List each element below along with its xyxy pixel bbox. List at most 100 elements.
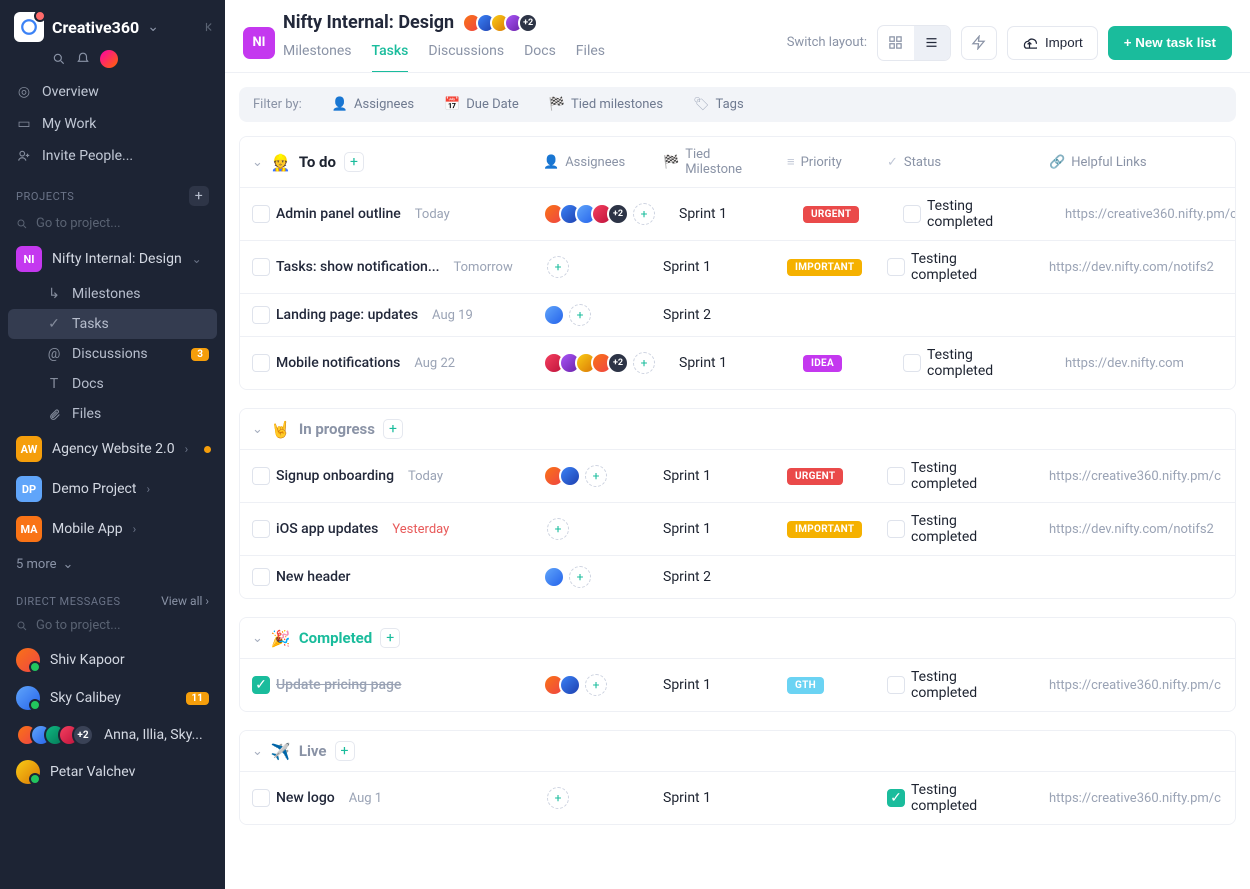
task-checkbox[interactable] — [252, 568, 270, 586]
add-assignee-button[interactable]: + — [547, 787, 569, 809]
tab-discussions[interactable]: Discussions — [428, 37, 504, 73]
person-icon: 👤 — [543, 155, 559, 170]
chevron-down-icon[interactable]: ⌄ — [252, 422, 263, 437]
status-checkbox[interactable] — [903, 354, 921, 372]
status-text: Testing completed — [927, 347, 1041, 379]
nav-invite[interactable]: Invite People... — [0, 140, 225, 172]
subnav-milestones[interactable]: ↳Milestones — [0, 279, 225, 309]
add-assignee-button[interactable]: + — [547, 518, 569, 540]
section-todo: ⌄ 👷 To do + 👤Assignees 🏁Tied Milestone ≡… — [239, 136, 1236, 390]
add-task-button[interactable]: + — [383, 419, 403, 439]
add-assignee-button[interactable]: + — [633, 203, 655, 225]
filter-milestones[interactable]: 🏁Tied milestones — [549, 97, 663, 112]
helpful-link[interactable]: https://dev.nifty.com/notifs2 — [1049, 260, 1214, 275]
table-row[interactable]: Signup onboardingToday + Sprint 1 URGENT… — [240, 450, 1235, 503]
task-checkbox[interactable] — [252, 467, 270, 485]
status-checkbox[interactable] — [887, 467, 905, 485]
dm-search[interactable]: Go to project... — [0, 614, 225, 641]
assignees: + — [543, 566, 591, 588]
tab-docs[interactable]: Docs — [524, 37, 556, 73]
discussions-icon: @ — [46, 346, 62, 362]
table-row[interactable]: iOS app updatesYesterday + Sprint 1 IMPO… — [240, 503, 1235, 556]
chevron-down-icon[interactable]: ⌄ — [252, 744, 263, 759]
filter-due-date[interactable]: 📅Due Date — [444, 97, 519, 112]
add-task-button[interactable]: + — [344, 152, 364, 172]
search-icon[interactable] — [52, 52, 66, 66]
milestone-value: Sprint 1 — [663, 677, 711, 693]
task-checkbox[interactable] — [252, 306, 270, 324]
add-assignee-button[interactable]: + — [547, 256, 569, 278]
project-badge: DP — [16, 476, 42, 502]
subnav-docs[interactable]: TDocs — [0, 369, 225, 399]
task-checkbox[interactable] — [252, 520, 270, 538]
add-project-button[interactable]: + — [189, 186, 209, 206]
helpful-link[interactable]: https://dev.nifty.com/notifs2 — [1049, 522, 1214, 537]
filter-tags[interactable]: 🏷Tags — [693, 97, 744, 112]
helpful-link[interactable]: https://creative360.nifty.pm/c — [1049, 678, 1221, 693]
dm-item[interactable]: +2Anna, Illia, Sky... — [0, 717, 225, 753]
add-task-button[interactable]: + — [335, 741, 355, 761]
add-task-button[interactable]: + — [380, 628, 400, 648]
helpful-link[interactable]: https://creative360.nifty.pm/c — [1049, 469, 1221, 484]
status-checkbox[interactable] — [887, 520, 905, 538]
subnav-tasks[interactable]: ✓Tasks — [8, 309, 217, 339]
helpful-link[interactable]: https://creative360.nifty.pm/c — [1065, 207, 1235, 222]
milestone-value: Sprint 2 — [663, 569, 711, 585]
import-button[interactable]: Import — [1007, 26, 1098, 60]
subnav-discussions[interactable]: @Discussions3 — [0, 339, 225, 369]
task-checkbox[interactable] — [252, 354, 270, 372]
status-checkbox[interactable] — [887, 676, 905, 694]
status-checkbox[interactable] — [887, 258, 905, 276]
table-row[interactable]: ✓Update pricing page + Sprint 1 GTH Test… — [240, 659, 1235, 711]
status-checkbox[interactable] — [903, 205, 921, 223]
sidebar-collapse-icon[interactable] — [203, 20, 217, 34]
project-item[interactable]: AWAgency Website 2.0› — [0, 429, 225, 469]
table-row[interactable]: Admin panel outlineToday +2+ Sprint 1 UR… — [240, 188, 1235, 241]
workspace-switcher[interactable]: Creative360 ⌄ — [14, 12, 211, 42]
helpful-link[interactable]: https://creative360.nifty.pm/c — [1049, 791, 1221, 806]
tab-tasks[interactable]: Tasks — [372, 37, 409, 73]
helpful-link[interactable]: https://dev.nifty.com — [1065, 356, 1184, 371]
status-checkbox[interactable]: ✓ — [887, 789, 905, 807]
tab-files[interactable]: Files — [576, 37, 605, 73]
layout-board-button[interactable] — [878, 26, 914, 60]
project-item[interactable]: MAMobile App› — [0, 509, 225, 549]
filter-assignees[interactable]: 👤Assignees — [332, 97, 414, 112]
bolt-button[interactable] — [961, 26, 997, 60]
more-projects[interactable]: 5 more⌄ — [0, 549, 225, 580]
add-assignee-button[interactable]: + — [585, 465, 607, 487]
add-assignee-button[interactable]: + — [569, 304, 591, 326]
nav-mywork[interactable]: ▭My Work — [0, 108, 225, 140]
chevron-right-icon: › — [185, 442, 189, 456]
add-assignee-button[interactable]: + — [569, 566, 591, 588]
view-all-link[interactable]: View all › — [161, 594, 209, 608]
member-avatars[interactable]: +2 — [462, 13, 538, 33]
task-checkbox[interactable]: ✓ — [252, 676, 270, 694]
chevron-down-icon[interactable]: ⌄ — [252, 155, 263, 170]
task-checkbox[interactable] — [252, 205, 270, 223]
tab-milestones[interactable]: Milestones — [283, 37, 352, 73]
add-assignee-button[interactable]: + — [585, 674, 607, 696]
dm-item[interactable]: Sky Calibey11 — [0, 679, 225, 717]
notifications-icon[interactable] — [76, 52, 90, 66]
table-row[interactable]: Tasks: show notification...Tomorrow + Sp… — [240, 241, 1235, 294]
table-row[interactable]: New logoAug 1 + Sprint 1 ✓Testing comple… — [240, 772, 1235, 824]
layout-list-button[interactable] — [914, 26, 950, 60]
milestone-value: Sprint 1 — [663, 790, 711, 806]
project-item[interactable]: DPDemo Project› — [0, 469, 225, 509]
table-row[interactable]: New header + Sprint 2 — [240, 556, 1235, 598]
project-search[interactable]: Go to project... — [0, 212, 225, 239]
project-active[interactable]: NI Nifty Internal: Design ⌄ — [0, 239, 225, 279]
dm-item[interactable]: Petar Valchev — [0, 753, 225, 791]
table-row[interactable]: Mobile notificationsAug 22 +2+ Sprint 1 … — [240, 337, 1235, 389]
chevron-down-icon[interactable]: ⌄ — [252, 631, 263, 646]
table-row[interactable]: Landing page: updatesAug 19 + Sprint 2 — [240, 294, 1235, 337]
dm-item[interactable]: Shiv Kapoor — [0, 641, 225, 679]
task-checkbox[interactable] — [252, 789, 270, 807]
nav-overview[interactable]: ◎Overview — [0, 76, 225, 108]
task-checkbox[interactable] — [252, 258, 270, 276]
add-assignee-button[interactable]: + — [633, 352, 655, 374]
new-task-list-button[interactable]: + New task list — [1108, 26, 1232, 60]
user-avatar-icon[interactable] — [100, 50, 118, 68]
subnav-files[interactable]: Files — [0, 399, 225, 429]
